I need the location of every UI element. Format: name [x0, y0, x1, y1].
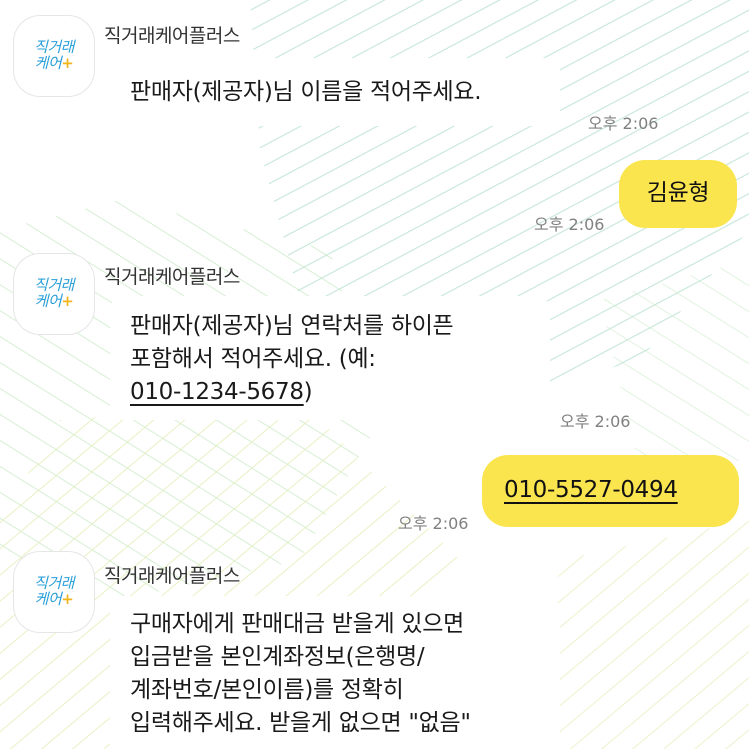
message-bubble-incoming[interactable]: 구매자에게 판매대금 받을게 있으면 입금받을 본인계좌정보(은행명/ 계좌번호…	[110, 596, 560, 749]
message-text: 김윤형	[646, 180, 710, 206]
avatar-logo-line2: 케어	[34, 590, 62, 608]
message-bubble-incoming[interactable]: 판매자(제공자)님 이름을 적어주세요.	[110, 58, 560, 126]
avatar-logo-line2: 케어	[34, 54, 62, 72]
phone-number-link[interactable]: 010-1234-5678	[130, 379, 304, 405]
sender-name: 직거래케어플러스	[104, 25, 240, 47]
sender-avatar[interactable]: 직거래 케어+	[14, 16, 94, 96]
message-text: 판매자(제공자)님 이름을 적어주세요.	[130, 79, 482, 105]
message-bubble-incoming[interactable]: 판매자(제공자)님 연락처를 하이픈 포함해서 적어주세요. (예: 010-1…	[110, 296, 550, 420]
plus-icon: +	[61, 54, 74, 72]
phone-number-link[interactable]: 010-5527-0494	[504, 477, 678, 503]
message-timestamp: 오후 2:06	[588, 114, 659, 133]
message-timestamp: 오후 2:06	[398, 514, 469, 533]
message-text-line: 포함해서 적어주세요. (예:	[130, 346, 376, 372]
sender-avatar[interactable]: 직거래 케어+	[14, 552, 94, 632]
message-timestamp: 오후 2:06	[534, 215, 605, 234]
message-text-line: 구매자에게 판매대금 받을게 있으면	[130, 611, 464, 637]
message-timestamp: 오후 2:06	[560, 412, 631, 431]
message-text-line: 입력해주세요. 받을게 없으면 "없음"	[130, 710, 471, 736]
message-bubble-outgoing[interactable]: 010-5527-0494	[482, 455, 739, 527]
message-bubble-outgoing[interactable]: 김윤형	[619, 160, 737, 228]
message-text-line: 입금받을 본인계좌정보(은행명/	[130, 644, 425, 670]
plus-icon: +	[61, 292, 74, 310]
avatar-logo-line2: 케어	[34, 292, 62, 310]
plus-icon: +	[61, 590, 74, 608]
sender-name: 직거래케어플러스	[104, 565, 240, 587]
sender-name: 직거래케어플러스	[104, 266, 240, 288]
sender-avatar[interactable]: 직거래 케어+	[14, 254, 94, 334]
message-text-end: )	[303, 379, 313, 405]
message-text-line: 계좌번호/본인이름)를 정확히	[130, 677, 404, 703]
message-text-line: 판매자(제공자)님 연락처를 하이픈	[130, 313, 454, 339]
